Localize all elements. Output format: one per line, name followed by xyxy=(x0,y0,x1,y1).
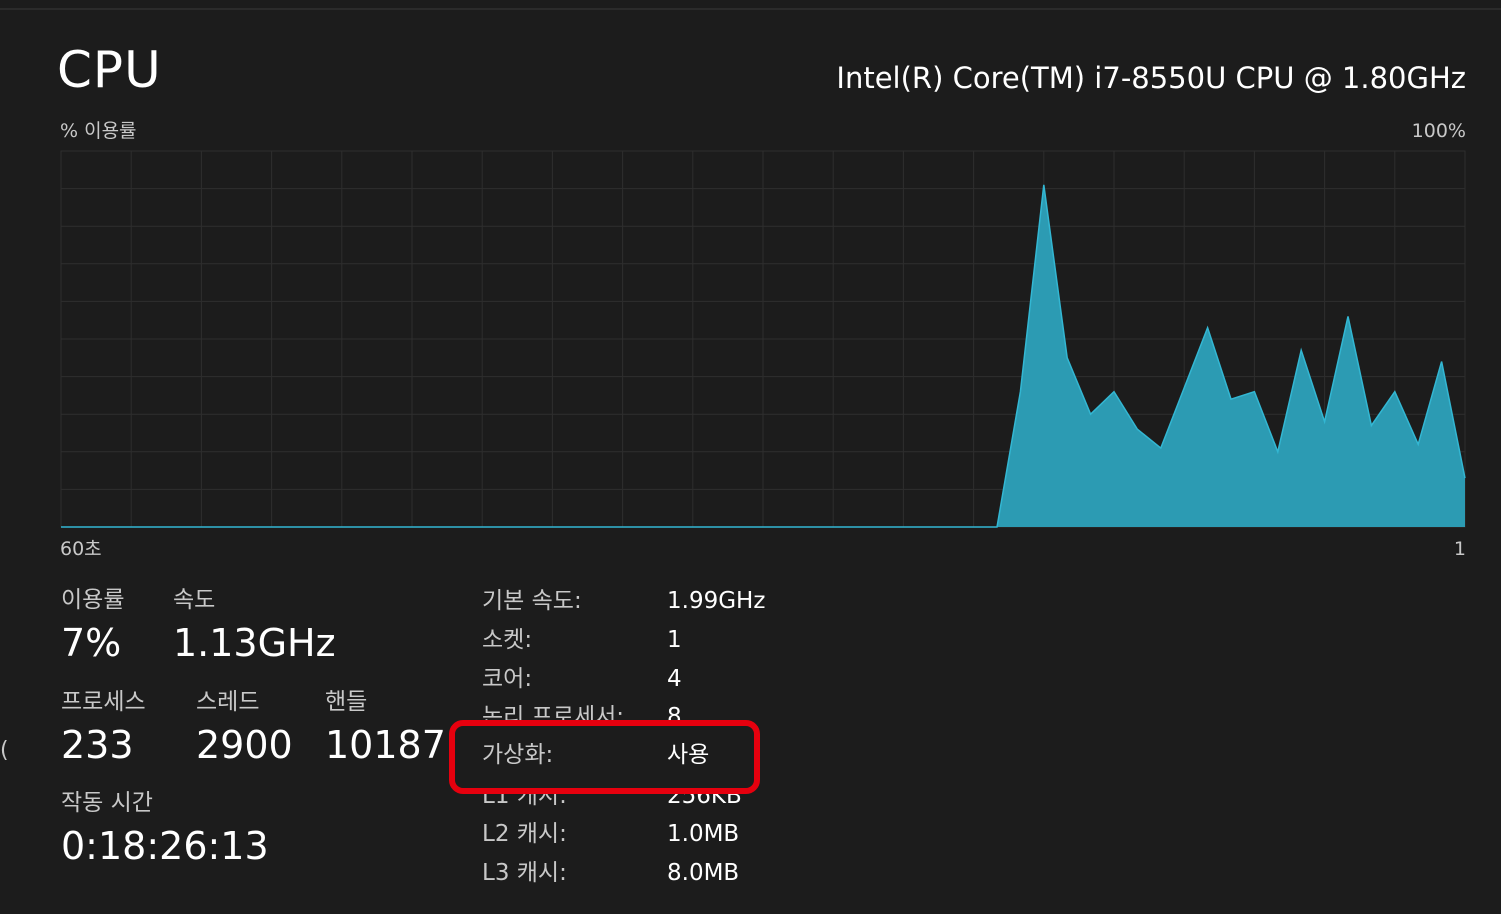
virtualization-label: 가상화: xyxy=(482,742,554,768)
uptime-value: 0:18:26:13 xyxy=(61,824,269,868)
speed-label: 속도 xyxy=(173,587,216,613)
sockets-label: 소켓: xyxy=(482,627,533,653)
chart-x-end-label: 1 xyxy=(1453,538,1466,560)
edge-glyph: ( xyxy=(0,738,9,763)
chart-x-start-label: 60초 xyxy=(60,538,102,560)
processes-label: 프로세스 xyxy=(61,689,146,715)
handles-label: 핸들 xyxy=(325,689,368,715)
handles-value-clip: 101874 xyxy=(325,721,447,771)
virtualization-value: 사용 xyxy=(667,742,710,768)
task-manager-cpu-panel: CPU Intel(R) Core(TM) i7-8550U CPU @ 1.8… xyxy=(0,0,1501,914)
base-speed-value: 1.99GHz xyxy=(667,588,766,614)
handles-value: 101874 xyxy=(325,723,447,767)
uptime-label: 작동 시간 xyxy=(61,790,153,816)
processes-value: 233 xyxy=(61,723,134,767)
l3-cache-label: L3 캐시: xyxy=(482,860,567,886)
utilization-value: 7% xyxy=(61,621,122,665)
utilization-label: 이용률 xyxy=(61,587,125,613)
threads-label: 스레드 xyxy=(196,689,260,715)
sockets-value: 1 xyxy=(667,627,682,653)
l3-cache-value: 8.0MB xyxy=(667,860,740,886)
cores-value: 4 xyxy=(667,666,682,692)
speed-value: 1.13GHz xyxy=(173,621,336,665)
threads-value: 2900 xyxy=(196,723,293,767)
l2-cache-value: 1.0MB xyxy=(667,821,740,847)
cores-label: 코어: xyxy=(482,666,533,692)
l2-cache-label: L2 캐시: xyxy=(482,821,567,847)
base-speed-label: 기본 속도: xyxy=(482,588,582,614)
